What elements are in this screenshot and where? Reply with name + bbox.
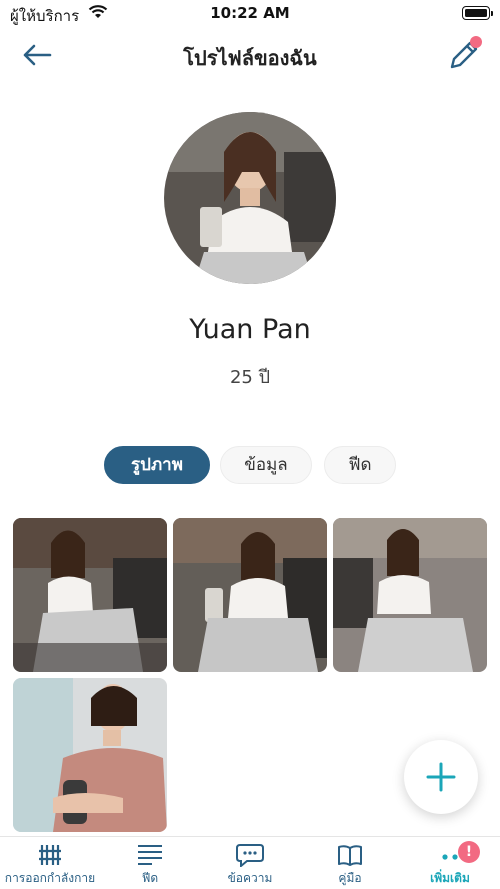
nav-item-workout[interactable]: การออกกำลังกาย bbox=[0, 837, 100, 889]
photo-image bbox=[13, 678, 167, 832]
edit-notification-dot bbox=[470, 36, 482, 48]
status-bar: ผู้ให้บริการ 10:22 AM bbox=[0, 0, 500, 28]
nav-item-more[interactable]: เพิ่มเติม ! bbox=[400, 837, 500, 889]
photo-thumbnail[interactable] bbox=[13, 678, 167, 832]
tab-feed[interactable]: ฟีด bbox=[324, 446, 396, 484]
status-time: 10:22 AM bbox=[210, 4, 290, 22]
photo-image bbox=[13, 518, 167, 672]
bottom-nav: การออกกำลังกาย ฟีด ข้อความ คู่มือ เพิ่มเ… bbox=[0, 836, 500, 889]
photo-image bbox=[333, 518, 487, 672]
page-title: โปรไฟล์ของฉัน bbox=[183, 46, 317, 70]
nav-item-guide[interactable]: คู่มือ bbox=[300, 837, 400, 889]
profile-tabs: รูปภาพ ข้อมูล ฟีด bbox=[0, 446, 500, 486]
header: โปรไฟล์ของฉัน bbox=[0, 28, 500, 84]
more-badge: ! bbox=[458, 841, 480, 863]
nav-label-messages: ข้อความ bbox=[227, 871, 273, 885]
profile-name: Yuan Pan bbox=[189, 314, 311, 345]
nav-label-feed: ฟีด bbox=[141, 871, 159, 885]
nav-label-guide: คู่มือ bbox=[338, 871, 362, 885]
photo-thumbnail[interactable] bbox=[333, 518, 487, 672]
avatar[interactable] bbox=[164, 112, 336, 284]
edit-profile-button[interactable] bbox=[446, 36, 482, 72]
nav-item-feed[interactable]: ฟีด bbox=[100, 837, 200, 889]
dumbbell-icon bbox=[39, 845, 61, 865]
profile-age: 25 ปี bbox=[229, 367, 271, 388]
photo-image bbox=[173, 518, 327, 672]
nav-label-workout: การออกกำลังกาย bbox=[4, 871, 96, 885]
chat-bubble-icon bbox=[236, 844, 264, 867]
nav-label-more: เพิ่มเติม bbox=[430, 871, 470, 885]
photo-thumbnail[interactable] bbox=[13, 518, 167, 672]
tab-info[interactable]: ข้อมูล bbox=[220, 446, 312, 484]
battery-icon bbox=[462, 6, 493, 20]
add-photo-button[interactable] bbox=[404, 740, 478, 814]
nav-item-messages[interactable]: ข้อความ bbox=[200, 837, 300, 889]
plus-icon bbox=[426, 762, 456, 792]
photo-thumbnail[interactable] bbox=[173, 518, 327, 672]
feed-lines-icon bbox=[138, 845, 162, 865]
tab-photos[interactable]: รูปภาพ bbox=[104, 446, 210, 484]
avatar-photo bbox=[164, 112, 336, 284]
book-icon bbox=[338, 845, 362, 866]
